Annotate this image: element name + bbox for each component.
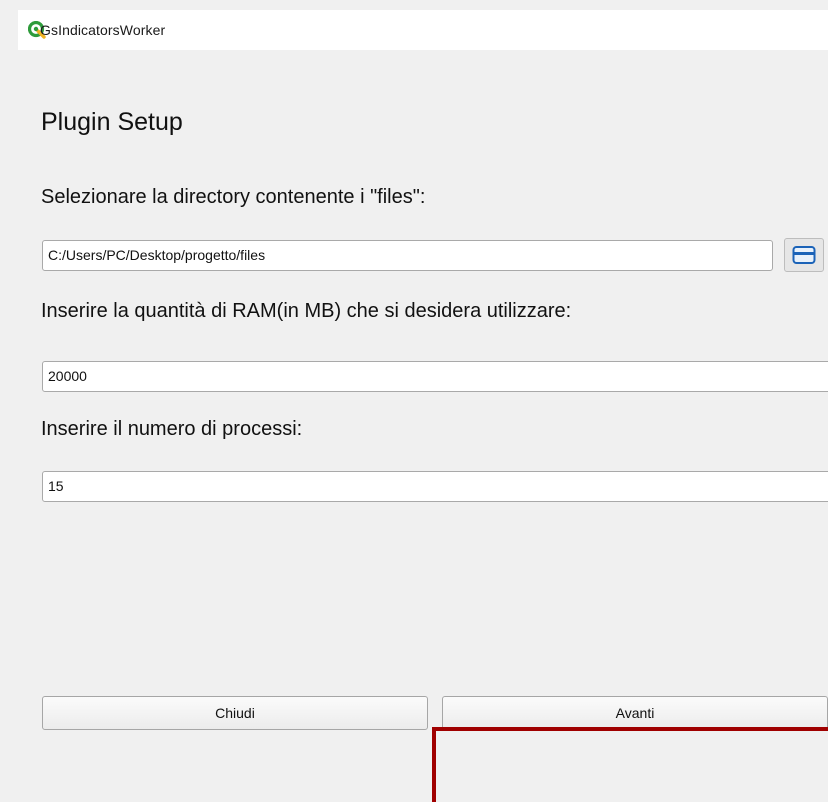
processes-label: Inserire il numero di processi: (41, 418, 303, 440)
ram-input[interactable]: 20000 (42, 361, 828, 392)
title-bar: GsIndicatorsWorker (18, 10, 828, 50)
next-button[interactable]: Avanti (442, 696, 828, 730)
ram-label: Inserire la quantità di RAM(in MB) che s… (41, 300, 572, 322)
processes-input[interactable]: 15 (42, 471, 828, 502)
plugin-setup-window: GsIndicatorsWorker Plugin Setup Selezion… (0, 0, 828, 802)
close-button[interactable]: Chiudi (42, 696, 428, 730)
setup-content: Plugin Setup Selezionare la directory co… (18, 50, 828, 802)
files-directory-label: Selezionare la directory contenente i "f… (41, 186, 426, 208)
page-title: Plugin Setup (41, 108, 183, 136)
window-title: GsIndicatorsWorker (40, 22, 166, 38)
folder-icon (792, 246, 816, 264)
files-directory-input[interactable]: C:/Users/PC/Desktop/progetto/files (42, 240, 773, 271)
browse-folder-button[interactable] (784, 238, 824, 272)
